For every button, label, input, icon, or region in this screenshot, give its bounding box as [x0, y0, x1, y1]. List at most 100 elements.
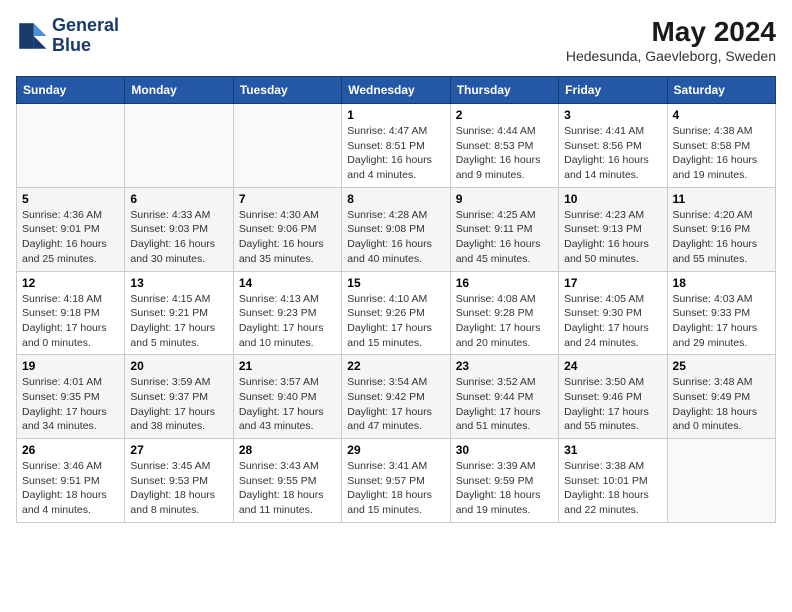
day-info: Sunrise: 4:10 AM Sunset: 9:26 PM Dayligh…	[347, 292, 444, 351]
calendar-cell: 15 Sunrise: 4:10 AM Sunset: 9:26 PM Dayli…	[342, 271, 450, 355]
day-info: Sunrise: 4:13 AM Sunset: 9:23 PM Dayligh…	[239, 292, 336, 351]
day-info: Sunrise: 3:59 AM Sunset: 9:37 PM Dayligh…	[130, 375, 227, 434]
weekday-header-tuesday: Tuesday	[233, 77, 341, 104]
calendar-cell: 18 Sunrise: 4:03 AM Sunset: 9:33 PM Dayli…	[667, 271, 775, 355]
day-number: 7	[239, 192, 336, 206]
calendar-cell	[125, 104, 233, 188]
weekday-header-sunday: Sunday	[17, 77, 125, 104]
day-number: 13	[130, 276, 227, 290]
weekday-header-row: SundayMondayTuesdayWednesdayThursdayFrid…	[17, 77, 776, 104]
day-number: 11	[673, 192, 770, 206]
calendar-cell: 11 Sunrise: 4:20 AM Sunset: 9:16 PM Dayli…	[667, 187, 775, 271]
calendar-cell: 1Sunrise: 4:47 AM Sunset: 8:51 PM Daylig…	[342, 104, 450, 188]
day-info: Sunrise: 4:44 AM Sunset: 8:53 PM Dayligh…	[456, 124, 553, 183]
day-info: Sunrise: 4:20 AM Sunset: 9:16 PM Dayligh…	[673, 208, 770, 267]
day-info: Sunrise: 4:38 AM Sunset: 8:58 PM Dayligh…	[673, 124, 770, 183]
calendar-cell: 25 Sunrise: 3:48 AM Sunset: 9:49 PM Dayli…	[667, 355, 775, 439]
weekday-header-saturday: Saturday	[667, 77, 775, 104]
day-number: 30	[456, 443, 553, 457]
calendar-cell: 28Sunrise: 3:43 AM Sunset: 9:55 PM Dayli…	[233, 439, 341, 523]
day-number: 10	[564, 192, 661, 206]
day-number: 31	[564, 443, 661, 457]
day-info: Sunrise: 4:33 AM Sunset: 9:03 PM Dayligh…	[130, 208, 227, 267]
weekday-header-thursday: Thursday	[450, 77, 558, 104]
day-number: 9	[456, 192, 553, 206]
calendar-cell: 26Sunrise: 3:46 AM Sunset: 9:51 PM Dayli…	[17, 439, 125, 523]
calendar-cell: 30 Sunrise: 3:39 AM Sunset: 9:59 PM Dayli…	[450, 439, 558, 523]
day-info: Sunrise: 4:15 AM Sunset: 9:21 PM Dayligh…	[130, 292, 227, 351]
title-block: May 2024 Hedesunda, Gaevleborg, Sweden	[566, 16, 776, 64]
day-number: 14	[239, 276, 336, 290]
calendar-cell	[667, 439, 775, 523]
calendar-cell	[17, 104, 125, 188]
week-row-1: 1Sunrise: 4:47 AM Sunset: 8:51 PM Daylig…	[17, 104, 776, 188]
logo: General Blue	[16, 16, 119, 56]
week-row-5: 26Sunrise: 3:46 AM Sunset: 9:51 PM Dayli…	[17, 439, 776, 523]
calendar-cell: 10 Sunrise: 4:23 AM Sunset: 9:13 PM Dayli…	[559, 187, 667, 271]
day-info: Sunrise: 4:30 AM Sunset: 9:06 PM Dayligh…	[239, 208, 336, 267]
calendar-cell: 27Sunrise: 3:45 AM Sunset: 9:53 PM Dayli…	[125, 439, 233, 523]
logo-icon	[16, 20, 48, 52]
weekday-header-friday: Friday	[559, 77, 667, 104]
calendar-cell: 19 Sunrise: 4:01 AM Sunset: 9:35 PM Dayli…	[17, 355, 125, 439]
day-info: Sunrise: 4:01 AM Sunset: 9:35 PM Dayligh…	[22, 375, 119, 434]
calendar-cell: 31 Sunrise: 3:38 AM Sunset: 10:01 PM Dayl…	[559, 439, 667, 523]
logo-line2: Blue	[52, 36, 119, 56]
day-number: 26	[22, 443, 119, 457]
page-header: General Blue May 2024 Hedesunda, Gaevleb…	[16, 16, 776, 64]
day-info: Sunrise: 3:43 AM Sunset: 9:55 PM Dayligh…	[239, 459, 336, 518]
day-number: 23	[456, 359, 553, 373]
week-row-2: 5 Sunrise: 4:36 AM Sunset: 9:01 PM Daylig…	[17, 187, 776, 271]
weekday-header-wednesday: Wednesday	[342, 77, 450, 104]
day-number: 5	[22, 192, 119, 206]
day-info: Sunrise: 4:25 AM Sunset: 9:11 PM Dayligh…	[456, 208, 553, 267]
day-info: Sunrise: 3:57 AM Sunset: 9:40 PM Dayligh…	[239, 375, 336, 434]
day-info: Sunrise: 3:52 AM Sunset: 9:44 PM Dayligh…	[456, 375, 553, 434]
day-info: Sunrise: 4:05 AM Sunset: 9:30 PM Dayligh…	[564, 292, 661, 351]
day-info: Sunrise: 4:41 AM Sunset: 8:56 PM Dayligh…	[564, 124, 661, 183]
logo-text: General Blue	[52, 16, 119, 56]
calendar-cell	[233, 104, 341, 188]
day-info: Sunrise: 3:38 AM Sunset: 10:01 PM Daylig…	[564, 459, 661, 518]
calendar-cell: 14 Sunrise: 4:13 AM Sunset: 9:23 PM Dayli…	[233, 271, 341, 355]
calendar-cell: 3 Sunrise: 4:41 AM Sunset: 8:56 PM Daylig…	[559, 104, 667, 188]
main-title: May 2024	[566, 16, 776, 48]
day-info: Sunrise: 3:48 AM Sunset: 9:49 PM Dayligh…	[673, 375, 770, 434]
calendar-cell: 17Sunrise: 4:05 AM Sunset: 9:30 PM Dayli…	[559, 271, 667, 355]
day-number: 29	[347, 443, 444, 457]
calendar-cell: 22Sunrise: 3:54 AM Sunset: 9:42 PM Dayli…	[342, 355, 450, 439]
calendar-cell: 13 Sunrise: 4:15 AM Sunset: 9:21 PM Dayli…	[125, 271, 233, 355]
day-number: 19	[22, 359, 119, 373]
weekday-header-monday: Monday	[125, 77, 233, 104]
day-number: 24	[564, 359, 661, 373]
subtitle: Hedesunda, Gaevleborg, Sweden	[566, 48, 776, 64]
day-number: 25	[673, 359, 770, 373]
calendar-cell: 20 Sunrise: 3:59 AM Sunset: 9:37 PM Dayli…	[125, 355, 233, 439]
day-number: 12	[22, 276, 119, 290]
day-info: Sunrise: 4:23 AM Sunset: 9:13 PM Dayligh…	[564, 208, 661, 267]
day-number: 3	[564, 108, 661, 122]
day-info: Sunrise: 4:47 AM Sunset: 8:51 PM Dayligh…	[347, 124, 444, 183]
calendar-cell: 23 Sunrise: 3:52 AM Sunset: 9:44 PM Dayli…	[450, 355, 558, 439]
day-number: 21	[239, 359, 336, 373]
calendar-cell: 2 Sunrise: 4:44 AM Sunset: 8:53 PM Daylig…	[450, 104, 558, 188]
calendar-cell: 7 Sunrise: 4:30 AM Sunset: 9:06 PM Daylig…	[233, 187, 341, 271]
day-info: Sunrise: 4:36 AM Sunset: 9:01 PM Dayligh…	[22, 208, 119, 267]
day-number: 4	[673, 108, 770, 122]
week-row-3: 12Sunrise: 4:18 AM Sunset: 9:18 PM Dayli…	[17, 271, 776, 355]
day-number: 22	[347, 359, 444, 373]
day-number: 15	[347, 276, 444, 290]
day-info: Sunrise: 4:03 AM Sunset: 9:33 PM Dayligh…	[673, 292, 770, 351]
day-number: 16	[456, 276, 553, 290]
day-number: 8	[347, 192, 444, 206]
day-info: Sunrise: 3:39 AM Sunset: 9:59 PM Dayligh…	[456, 459, 553, 518]
day-number: 20	[130, 359, 227, 373]
calendar-cell: 4 Sunrise: 4:38 AM Sunset: 8:58 PM Daylig…	[667, 104, 775, 188]
day-number: 2	[456, 108, 553, 122]
day-info: Sunrise: 3:50 AM Sunset: 9:46 PM Dayligh…	[564, 375, 661, 434]
calendar-cell: 29Sunrise: 3:41 AM Sunset: 9:57 PM Dayli…	[342, 439, 450, 523]
calendar-cell: 8Sunrise: 4:28 AM Sunset: 9:08 PM Daylig…	[342, 187, 450, 271]
day-number: 18	[673, 276, 770, 290]
logo-line1: General	[52, 16, 119, 36]
calendar-cell: 12Sunrise: 4:18 AM Sunset: 9:18 PM Dayli…	[17, 271, 125, 355]
